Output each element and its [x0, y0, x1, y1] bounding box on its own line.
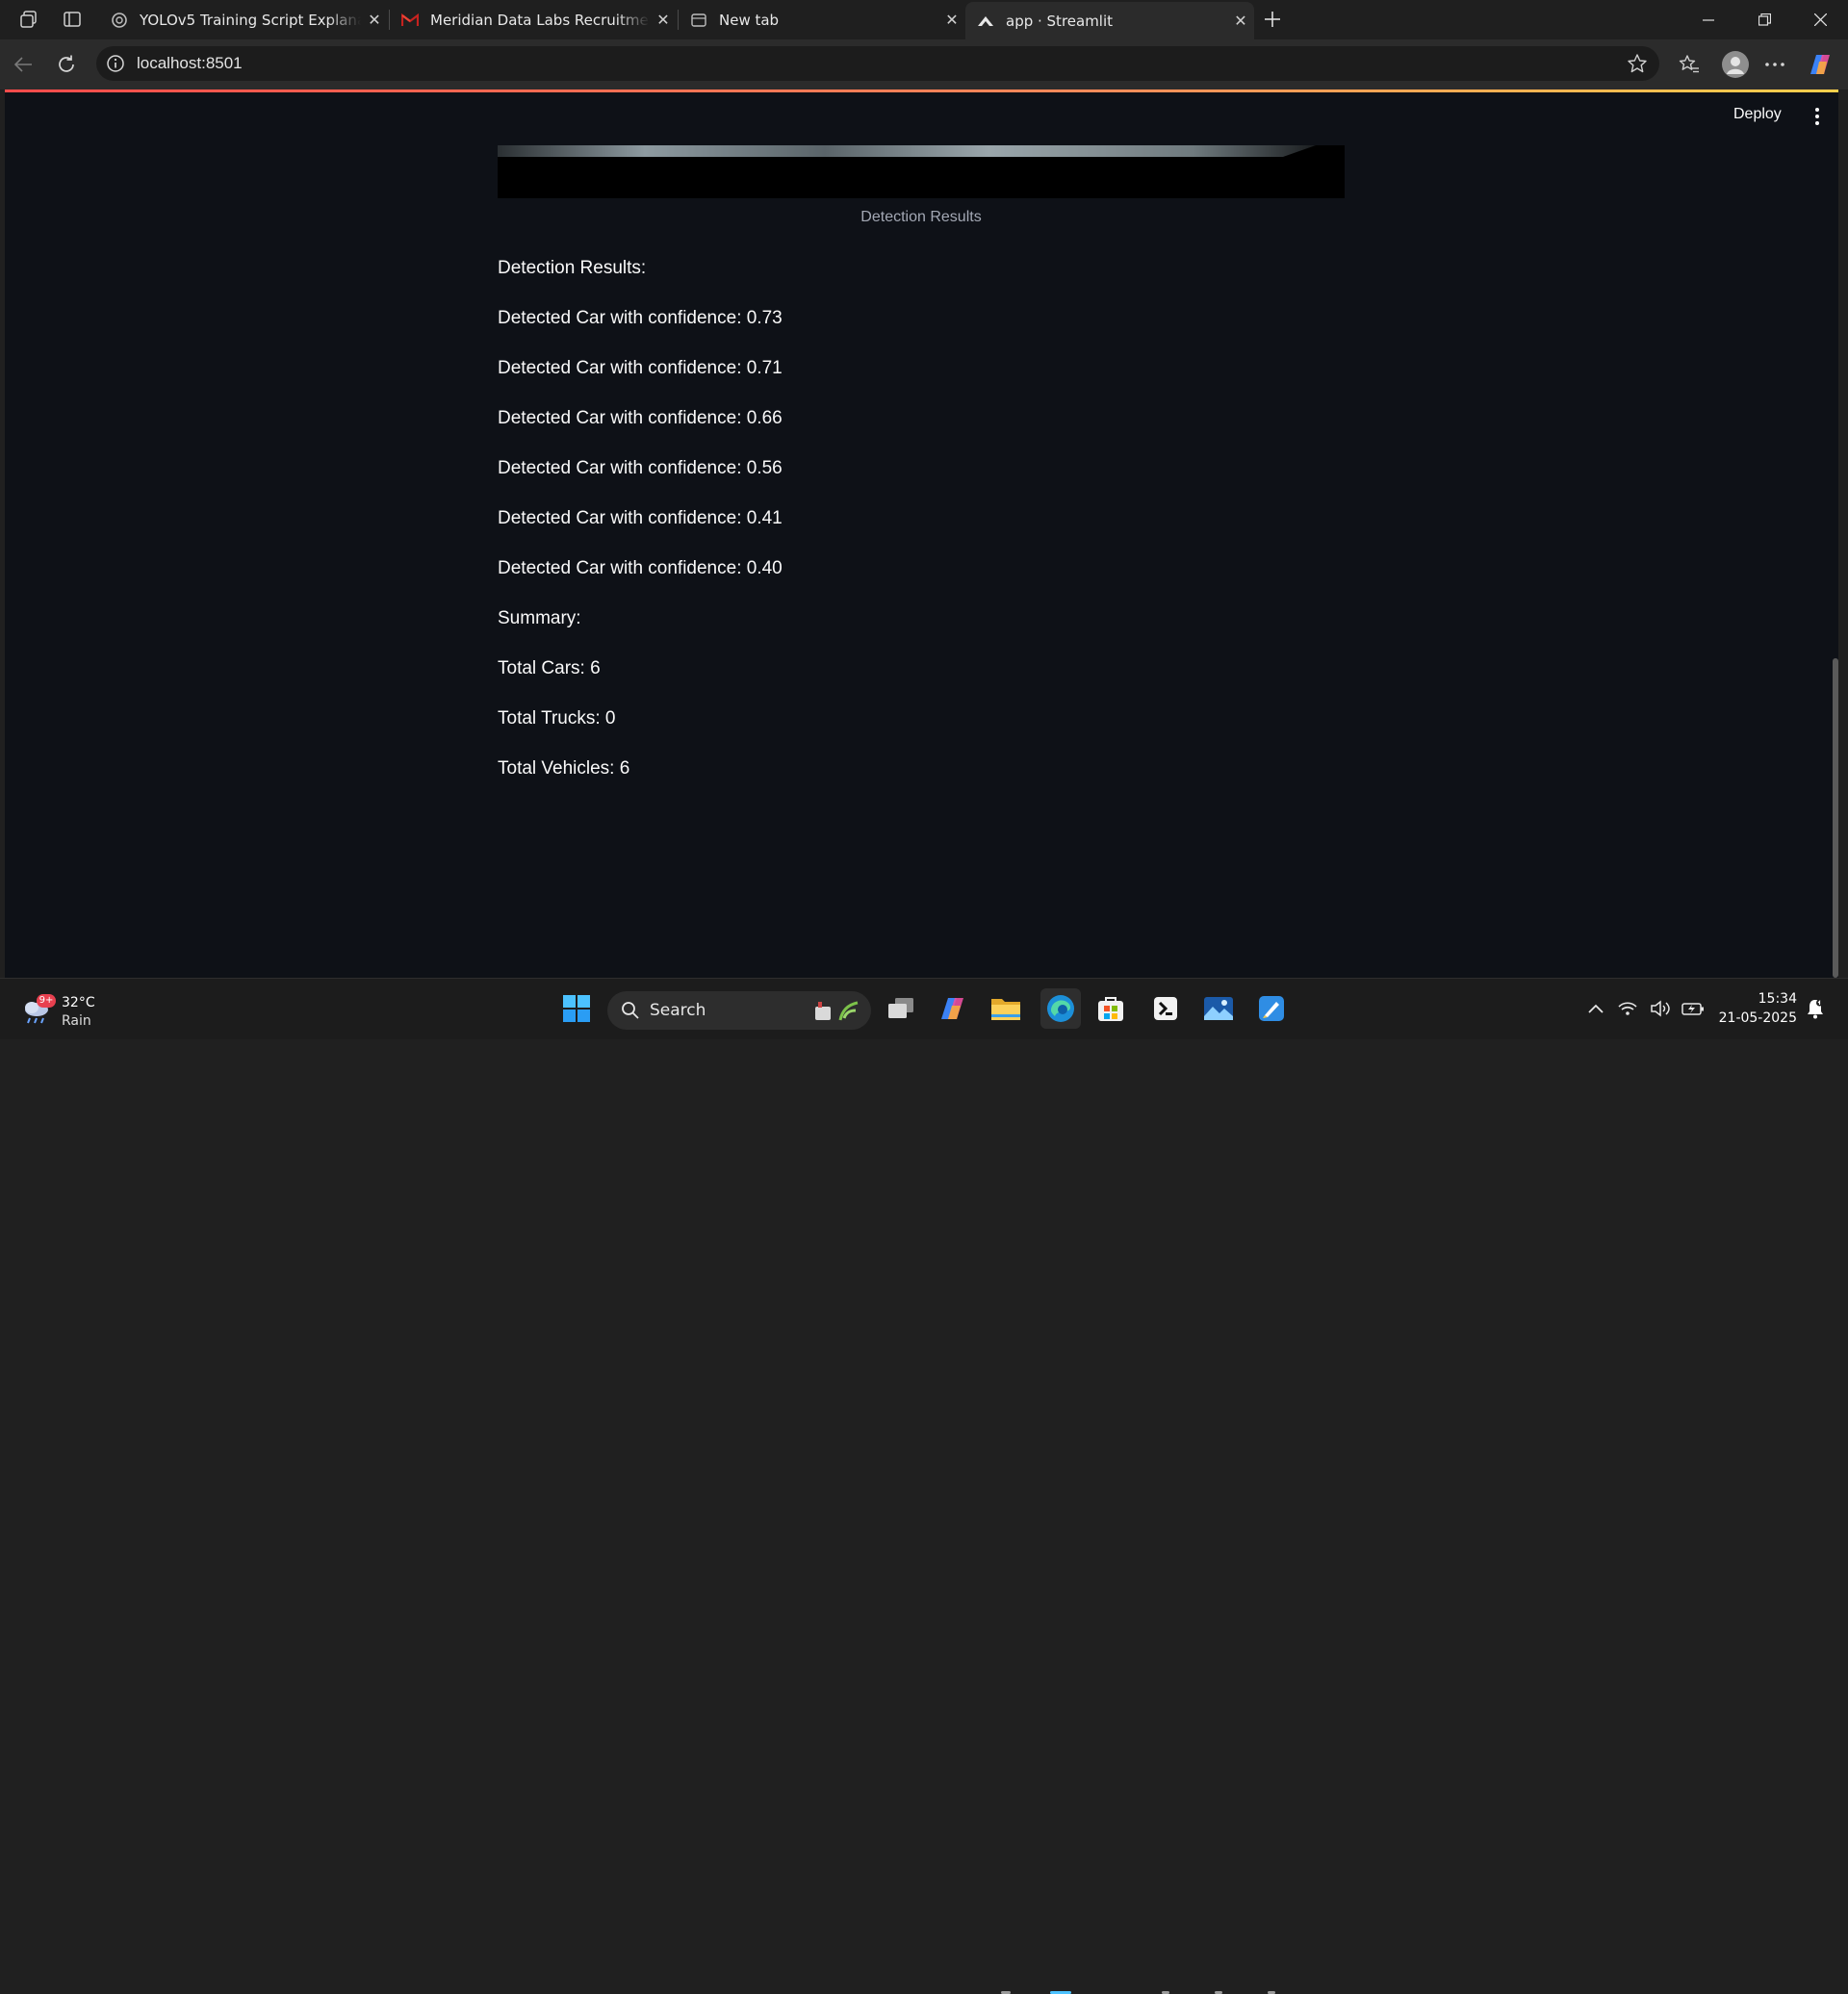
weather-alert-badge: 9+ — [37, 994, 56, 1008]
back-arrow-icon[interactable] — [10, 51, 37, 78]
refresh-icon[interactable] — [53, 51, 80, 78]
close-tab-icon[interactable]: ✕ — [938, 11, 965, 29]
browser-toolbar: localhost:8501 — [0, 39, 1848, 89]
tab-new-tab[interactable]: New tab ✕ — [679, 0, 965, 39]
clock-date[interactable]: 21-05-2025 — [1710, 1010, 1797, 1026]
detection-line: Detected Car with confidence: 0.41 — [498, 508, 783, 528]
tab-yolov5[interactable]: YOLOv5 Training Script Explanatio ✕ — [99, 0, 388, 39]
summary-total-cars: Total Cars: 6 — [498, 658, 601, 678]
browser-tab-strip: YOLOv5 Training Script Explanatio ✕ Meri… — [0, 0, 1848, 39]
search-label: Search — [650, 1001, 706, 1020]
profile-avatar-icon[interactable] — [1719, 48, 1752, 81]
favorite-star-icon[interactable] — [1627, 53, 1648, 74]
close-tab-icon[interactable]: ✕ — [650, 11, 677, 29]
volume-icon[interactable] — [1650, 991, 1673, 1026]
microsoft-store-icon[interactable] — [1093, 991, 1128, 1026]
close-tab-icon[interactable]: ✕ — [361, 11, 388, 29]
results-heading: Detection Results: — [498, 258, 647, 278]
chatgpt-icon — [111, 12, 128, 29]
tab-streamlit-app[interactable]: app · Streamlit ✕ — [965, 2, 1254, 39]
gmail-icon — [401, 12, 419, 29]
windows-taskbar: 9+ 32°C Rain Search 15:34 21-05-2025 — [0, 978, 1848, 1994]
detection-line: Detected Car with confidence: 0.71 — [498, 358, 783, 378]
minimize-button[interactable] — [1681, 0, 1736, 39]
tab-title: New tab — [719, 11, 780, 29]
image-content — [498, 145, 1316, 157]
tab-title: Meridian Data Labs Recruitment F — [430, 11, 650, 29]
summary-heading: Summary: — [498, 608, 581, 628]
vertical-tabs-icon[interactable] — [59, 6, 86, 33]
tab-title: YOLOv5 Training Script Explanatio — [140, 11, 361, 29]
new-tab-button[interactable] — [1259, 6, 1286, 33]
summary-total-vehicles: Total Vehicles: 6 — [498, 758, 630, 779]
photos-app-icon[interactable] — [1201, 991, 1236, 1026]
notification-bell-icon[interactable] — [1802, 991, 1829, 1026]
search-icon — [621, 1001, 640, 1024]
clock-time[interactable]: 15:34 — [1720, 991, 1797, 1007]
search-highlight-icon — [813, 999, 861, 1026]
image-caption: Detection Results — [860, 209, 982, 225]
tab-title: app · Streamlit — [1006, 12, 1114, 30]
new-tab-icon — [690, 12, 707, 29]
terminal-app-icon[interactable] — [1148, 991, 1183, 1026]
tab-meridian[interactable]: Meridian Data Labs Recruitment F ✕ — [390, 0, 677, 39]
streamlit-app-page: Deploy Detection Results Detection Resul… — [5, 92, 1838, 978]
weather-widget[interactable]: 9+ 32°C Rain — [19, 992, 96, 1031]
close-window-button[interactable] — [1792, 0, 1848, 39]
streamlit-icon — [977, 13, 994, 30]
detection-line: Detected Car with confidence: 0.40 — [498, 558, 783, 578]
detection-line: Detected Car with confidence: 0.66 — [498, 408, 783, 428]
site-info-icon[interactable] — [106, 54, 125, 73]
copilot-icon[interactable] — [1807, 51, 1834, 78]
detection-result-image — [498, 145, 1345, 198]
copilot-app-icon[interactable] — [936, 991, 970, 1026]
weather-temperature: 32°C — [62, 995, 95, 1010]
close-tab-icon[interactable]: ✕ — [1227, 12, 1254, 30]
address-bar[interactable]: localhost:8501 — [96, 46, 1659, 81]
battery-charging-icon[interactable] — [1681, 991, 1706, 1026]
wifi-icon[interactable] — [1616, 991, 1639, 1026]
deploy-button[interactable]: Deploy — [1733, 106, 1782, 123]
url-text: localhost:8501 — [137, 54, 243, 72]
file-explorer-icon[interactable] — [988, 991, 1023, 1026]
restore-button[interactable] — [1736, 0, 1792, 39]
paint-app-icon[interactable] — [1254, 991, 1289, 1026]
favorites-icon[interactable] — [1676, 51, 1703, 78]
detection-line: Detected Car with confidence: 0.73 — [498, 308, 783, 328]
edge-browser-icon[interactable] — [1040, 988, 1081, 1029]
workspaces-icon[interactable] — [15, 6, 42, 33]
show-hidden-icons-chevron-icon[interactable] — [1578, 991, 1613, 1026]
more-menu-icon[interactable] — [1761, 51, 1788, 78]
page-scrollbar[interactable] — [1833, 658, 1838, 978]
taskbar-search[interactable]: Search — [607, 991, 871, 1030]
weather-condition: Rain — [62, 1013, 91, 1029]
detection-line: Detected Car with confidence: 0.56 — [498, 458, 783, 478]
task-view-icon[interactable] — [884, 991, 918, 1026]
main-menu-icon[interactable] — [1810, 106, 1824, 127]
summary-total-trucks: Total Trucks: 0 — [498, 708, 616, 729]
windows-start-icon[interactable] — [559, 991, 594, 1026]
